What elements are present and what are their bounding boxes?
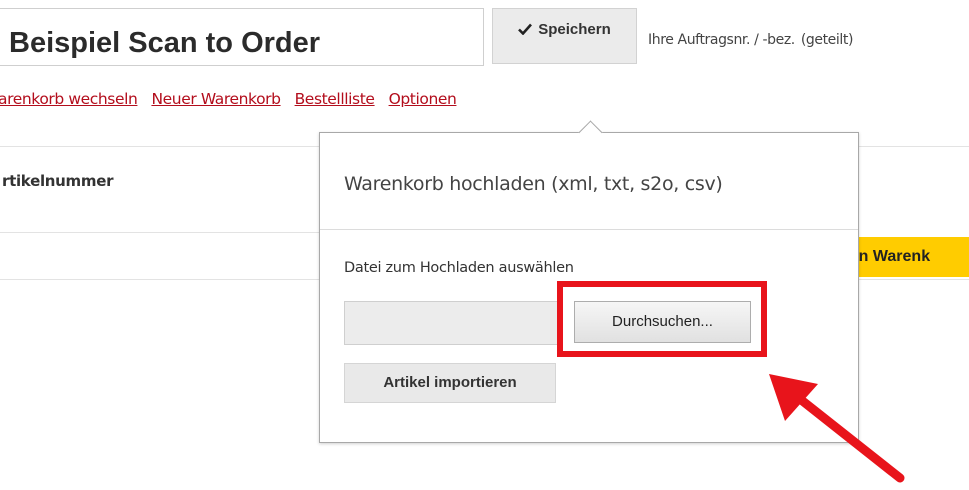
switch-cart-link[interactable]: arenkorb wechseln <box>0 90 138 108</box>
options-link[interactable]: Optionen <box>389 90 457 108</box>
save-button[interactable]: Speichern <box>492 8 637 64</box>
order-list-link[interactable]: Bestellliste <box>295 90 375 108</box>
order-reference-text: Ihre Auftragsnr. / -bez. <box>648 32 795 48</box>
cart-name-field[interactable]: Beispiel Scan to Order <box>0 8 484 66</box>
file-select-label: Datei zum Hochladen auswählen <box>344 260 574 276</box>
column-header-article-number: rtikelnummer <box>2 172 114 190</box>
order-reference-label: Ihre Auftragsnr. / -bez. (geteilt) <box>648 32 853 48</box>
file-path-input[interactable] <box>344 301 558 345</box>
popover-arrow <box>578 120 603 145</box>
save-button-label: Speichern <box>538 20 611 38</box>
highlight-box <box>557 281 767 357</box>
check-icon <box>518 23 533 35</box>
shared-label: (geteilt) <box>800 32 854 48</box>
import-articles-button[interactable]: Artikel importieren <box>344 363 556 403</box>
divider <box>858 279 969 280</box>
divider <box>0 232 330 233</box>
popover-title: Warenkorb hochladen (xml, txt, s2o, csv) <box>344 173 723 195</box>
red-arrow-icon <box>769 374 905 483</box>
cart-name-text: Beispiel Scan to Order <box>9 27 321 59</box>
new-cart-link[interactable]: Neuer Warenkorb <box>151 90 281 108</box>
cart-nav: arenkorb wechseln Neuer Warenkorb Bestelll… <box>0 90 470 108</box>
divider <box>320 229 858 230</box>
divider <box>0 279 330 280</box>
add-to-cart-button[interactable]: den Warenk <box>840 237 969 277</box>
